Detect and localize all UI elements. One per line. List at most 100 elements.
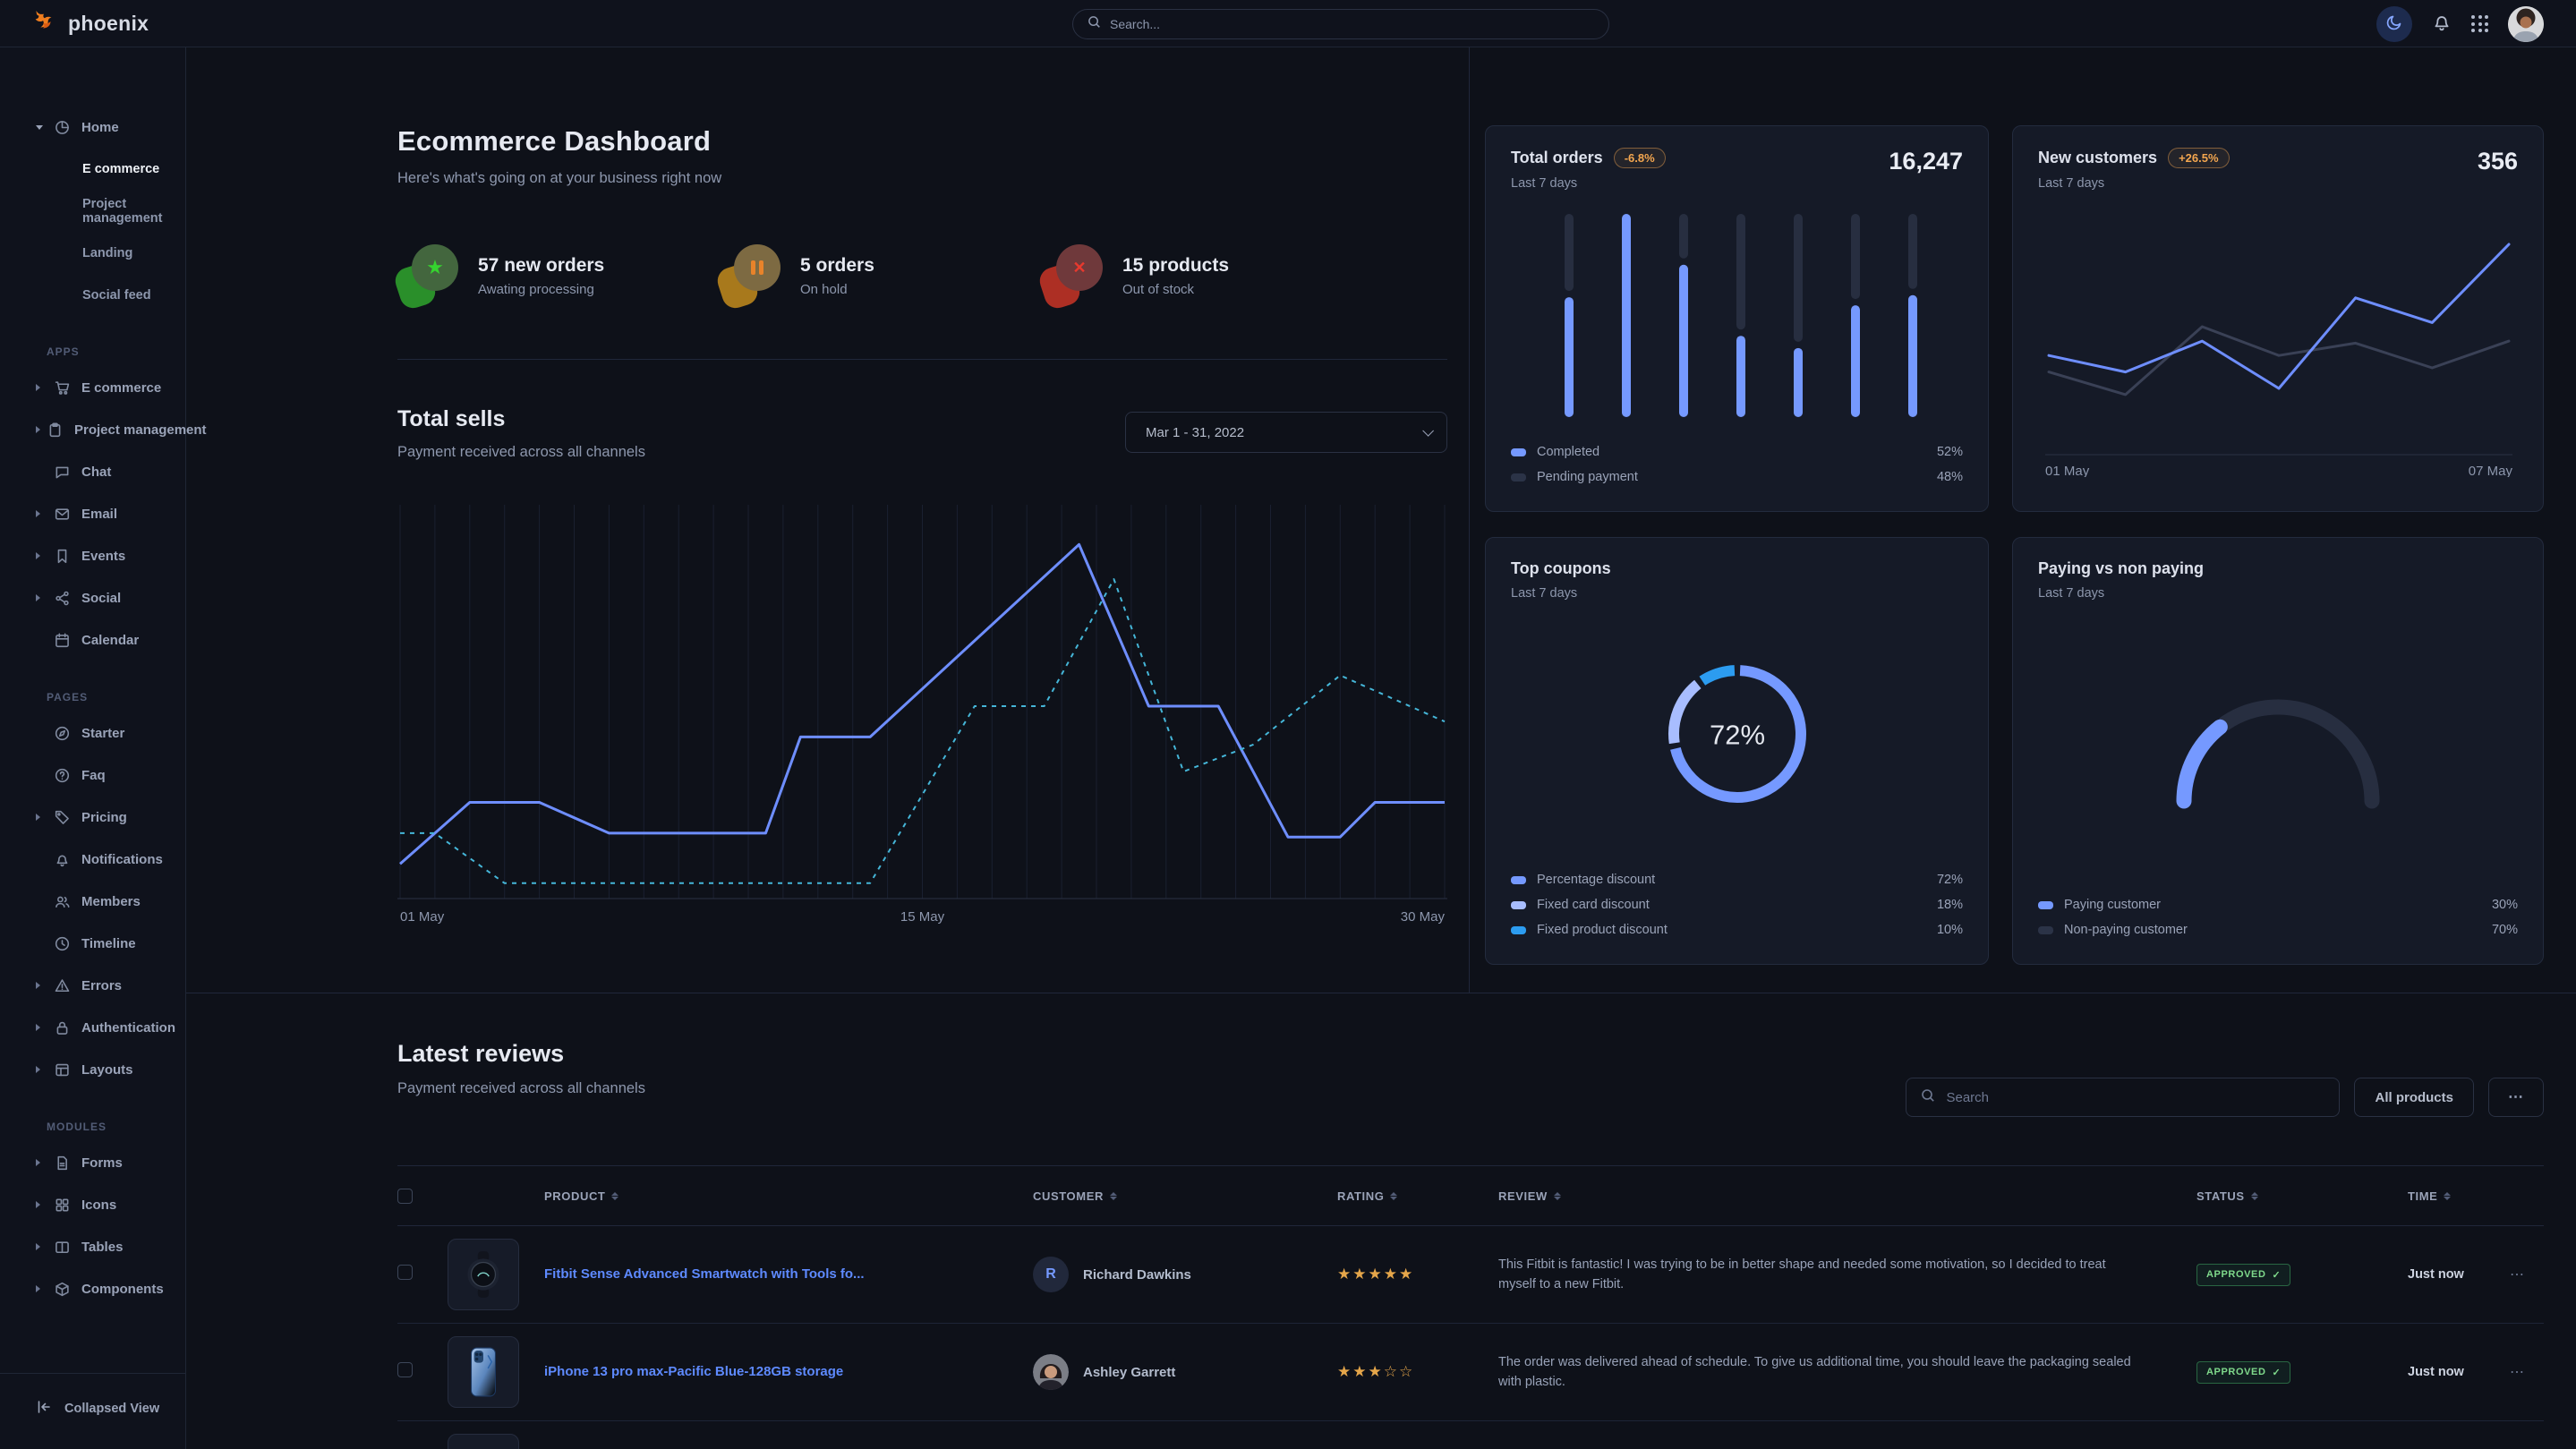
row-checkbox[interactable] (397, 1265, 413, 1280)
legend-value: 52% (1937, 445, 1963, 459)
date-range-select[interactable]: Mar 1 - 31, 2022 (1125, 412, 1447, 453)
sidebar-item-home[interactable]: Home (0, 112, 185, 142)
product-thumbnail[interactable] (448, 1336, 519, 1408)
new-customers-card: New customers +26.5% Last 7 days 356 01 … (2012, 125, 2544, 512)
svg-text:07 May: 07 May (2469, 464, 2513, 477)
apps-grid-button[interactable] (2471, 15, 2488, 32)
total-orders-period: Last 7 days (1511, 176, 1666, 191)
top-coupons-legend: Percentage discount72%Fixed card discoun… (1511, 867, 1963, 942)
page-subtitle: Here's what's going on at your business … (397, 170, 1447, 187)
sidebar-item-authentication[interactable]: Authentication (0, 1012, 185, 1043)
sidebar-item-members[interactable]: Members (0, 886, 185, 916)
legend-swatch (2038, 901, 2053, 909)
legend-swatch (1511, 901, 1526, 909)
global-search[interactable] (1072, 9, 1609, 39)
sidebar-item-calendar[interactable]: Calendar (0, 625, 185, 655)
x-icon: ✕ (1072, 260, 1086, 276)
legend-label: Fixed card discount (1537, 898, 1650, 912)
all-products-button[interactable]: All products (2354, 1078, 2474, 1117)
product-link[interactable]: iPhone 13 pro max-Pacific Blue-128GB sto… (544, 1364, 843, 1379)
sidebar-item-timeline[interactable]: Timeline (0, 928, 185, 959)
svg-text:72%: 72% (1709, 720, 1764, 751)
caret-right-icon (36, 1285, 47, 1292)
total-sells-subtitle: Payment received across all channels (397, 444, 645, 461)
column-header-customer[interactable]: CUSTOMER (1024, 1189, 1319, 1203)
sidebar-item-label: Email (81, 507, 117, 522)
legend-swatch (1511, 448, 1526, 456)
column-header-status[interactable]: STATUS (2196, 1189, 2393, 1203)
sidebar-item-events[interactable]: Events (0, 541, 185, 571)
sidebar-item-forms[interactable]: Forms (0, 1147, 185, 1178)
sidebar-item-layouts[interactable]: Layouts (0, 1054, 185, 1085)
brand[interactable]: phoenix (0, 8, 149, 39)
legend-item-pending-payment: Pending payment48% (1511, 465, 1963, 490)
sidebar-item-label: Icons (81, 1198, 116, 1213)
collapse-icon (36, 1399, 52, 1419)
collapse-view-button[interactable]: Collapsed View (36, 1399, 185, 1419)
product-thumbnail[interactable] (448, 1434, 519, 1449)
navbar-actions (2376, 0, 2544, 47)
row-more-button[interactable]: ⋯ (2510, 1267, 2525, 1283)
sidebar-item-starter[interactable]: Starter (0, 718, 185, 748)
stats-divider (397, 359, 1447, 360)
global-search-input[interactable] (1110, 17, 1594, 31)
compass-icon (54, 725, 70, 741)
rating-stars: ★★★★★ (1319, 1266, 1498, 1283)
sidebar-item-label: Events (81, 549, 125, 564)
sidebar-subitem-e-commerce[interactable]: E commerce (0, 154, 185, 183)
sidebar-subitem-project-management[interactable]: Project management (0, 196, 185, 226)
column-header-time[interactable]: TIME (2393, 1189, 2510, 1203)
new-customers-trend-badge: +26.5% (2168, 148, 2229, 168)
sidebar-item-e-commerce[interactable]: E commerce (0, 372, 185, 403)
reviews-search-input[interactable] (1946, 1090, 2324, 1105)
product-link[interactable]: Fitbit Sense Advanced Smartwatch with To… (544, 1266, 865, 1282)
sidebar-item-label: Timeline (81, 936, 136, 951)
tag-icon (54, 809, 70, 825)
user-avatar[interactable] (2508, 6, 2544, 42)
column-header-rating[interactable]: RATING (1319, 1189, 1498, 1203)
sidebar-item-components[interactable]: Components (0, 1274, 185, 1304)
column-header-product[interactable]: PRODUCT (523, 1189, 1024, 1203)
legend-swatch (2038, 926, 2053, 934)
sidebar-item-label: Starter (81, 726, 124, 741)
grid-icon (54, 1197, 70, 1213)
sidebar-item-project-management[interactable]: Project management (0, 414, 185, 445)
main-content: Ecommerce Dashboard Here's what's going … (186, 47, 2576, 1449)
sidebar-item-social[interactable]: Social (0, 583, 185, 613)
sidebar-item-pricing[interactable]: Pricing (0, 802, 185, 832)
reviews-more-button[interactable]: ⋯ (2488, 1078, 2544, 1117)
sidebar-subitem-social-feed[interactable]: Social feed (0, 280, 185, 310)
sidebar-item-errors[interactable]: Errors (0, 970, 185, 1001)
review-text: This Fitbit is fantastic! I was trying t… (1498, 1255, 2196, 1295)
theme-toggle-button[interactable] (2376, 6, 2412, 42)
reviews-search[interactable] (1906, 1078, 2340, 1117)
product-thumbnail[interactable] (448, 1239, 519, 1310)
customer-name: Ashley Garrett (1083, 1365, 1175, 1380)
sidebar-item-label: Home (81, 120, 119, 135)
customer-avatar: R (1033, 1257, 1069, 1292)
sidebar-nav: Home E commerce Project management Landing S… (0, 47, 185, 1304)
app-root: phoenix (0, 0, 2576, 1449)
sidebar-item-email[interactable]: Email (0, 499, 185, 529)
stat-title: 15 products (1122, 255, 1229, 277)
notifications-button[interactable] (2432, 13, 2452, 35)
sidebar-item-icons[interactable]: Icons (0, 1189, 185, 1220)
review-row-1: Fitbit Sense Advanced Smartwatch with To… (397, 1226, 2544, 1324)
row-checkbox[interactable] (397, 1362, 413, 1377)
reviews-title: Latest reviews (397, 1040, 645, 1068)
sidebar-item-label: E commerce (81, 380, 161, 396)
sidebar-item-tables[interactable]: Tables (0, 1232, 185, 1262)
sidebar-subitem-landing[interactable]: Landing (0, 238, 185, 268)
top-coupons-title: Top coupons (1511, 559, 1611, 578)
sidebar-item-chat[interactable]: Chat (0, 456, 185, 487)
total-orders-trend-badge: -6.8% (1614, 148, 1666, 168)
sidebar-item-label: Components (81, 1282, 164, 1297)
legend-item-completed: Completed52% (1511, 439, 1963, 465)
sidebar-item-notifications[interactable]: Notifications (0, 844, 185, 874)
row-more-button[interactable]: ⋯ (2510, 1365, 2525, 1380)
sidebar-item-faq[interactable]: Faq (0, 760, 185, 790)
column-header-review[interactable]: REVIEW (1498, 1189, 2196, 1203)
paying-legend: Paying customer30%Non-paying customer70% (2038, 892, 2518, 942)
mail-icon (54, 506, 70, 522)
select-all-checkbox[interactable] (397, 1189, 413, 1204)
